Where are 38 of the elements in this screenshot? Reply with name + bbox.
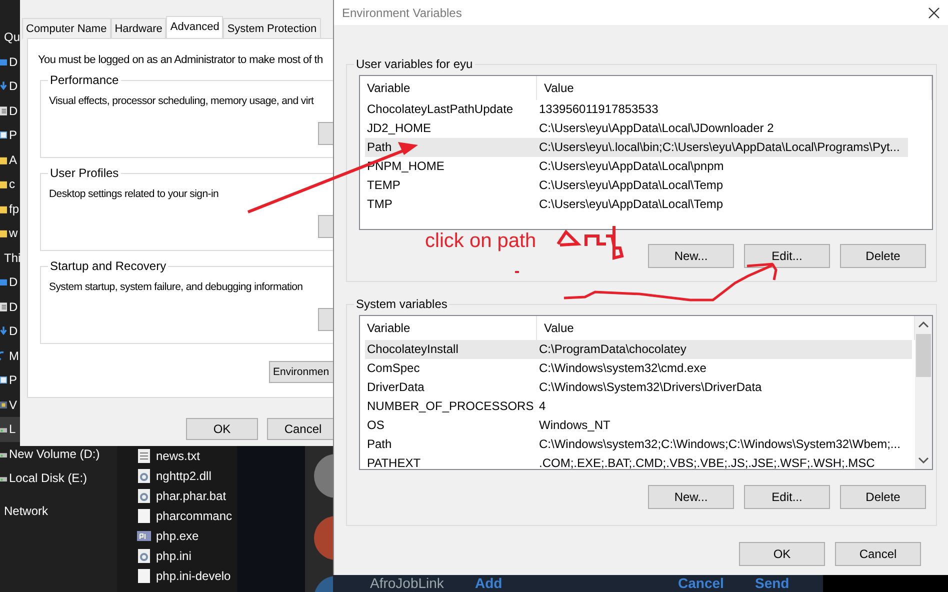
variable-value: C:\Users\eyu\AppData\Local\pnpm [539,158,724,175]
variable-name: PNPM_HOME [366,158,446,175]
group-description: System startup, system failure, and debugging information [49,281,303,293]
group-title: User Profiles [48,166,121,180]
group-title: User variables for eyu [354,57,475,71]
variable-value: C:\Users\eyu\AppData\Local\JDownloader 2 [539,120,774,137]
variable-value: C:\Users\eyu\.local\bin;C:\Users\eyu\AppData\Local\Programs\Pyt... [539,139,900,156]
variable-name: ComSpec [366,360,421,377]
variable-value: C:\Windows\system32\cmd.exe [539,360,706,377]
variable-name: PATHEXT [366,455,422,469]
variable-value: 4 [539,398,546,415]
notice-text: You must be logged on as an Administrator to make most of th [38,54,324,66]
variable-name: TMP [366,196,394,213]
group-title: Performance [48,73,121,87]
group-title: Startup and Recovery [48,259,168,273]
window-title: Environment Variables [342,6,462,20]
variable-name: TEMP [366,177,402,194]
variable-value: .COM;.EXE;.BAT;.CMD;.VBS;.VBE;.JS;.JSE;.WSF;.WSH;.MSC [539,455,875,469]
variable-name: ChocolateyLastPathUpdate [366,101,514,118]
variable-name: NUMBER_OF_PROCESSORS [366,398,535,415]
sender-name: AfroJobLink [370,575,444,592]
variable-value: C:\Users\eyu\AppData\Local\Temp [539,177,724,194]
variable-name: Path [366,436,393,453]
variable-name: ChocolateyInstall [366,341,460,358]
variable-value: C:\ProgramData\chocolatey [539,341,686,358]
variable-value: Windows_NT [539,417,610,434]
variable-value: C:\Windows\system32;C:\Windows;C:\Windows\System32\Wbem;... [539,436,900,453]
variable-name: DriverData [366,379,426,396]
variable-name: JD2_HOME [366,120,432,137]
group-description: Desktop settings related to your sign-in [49,188,219,200]
variable-name: OS [366,417,386,434]
variable-name: Path [366,139,393,156]
variable-value: C:\Users\eyu\AppData\Local\Temp [539,196,724,213]
variable-value: C:\Windows\System32\Drivers\DriverData [539,379,762,396]
group-description: Visual effects, processor scheduling, memory usage, and virt [49,95,314,107]
variable-value: 133956011917853533 [539,101,658,118]
group-title: System variables [354,297,450,311]
annotation-text: click on path [425,230,536,253]
